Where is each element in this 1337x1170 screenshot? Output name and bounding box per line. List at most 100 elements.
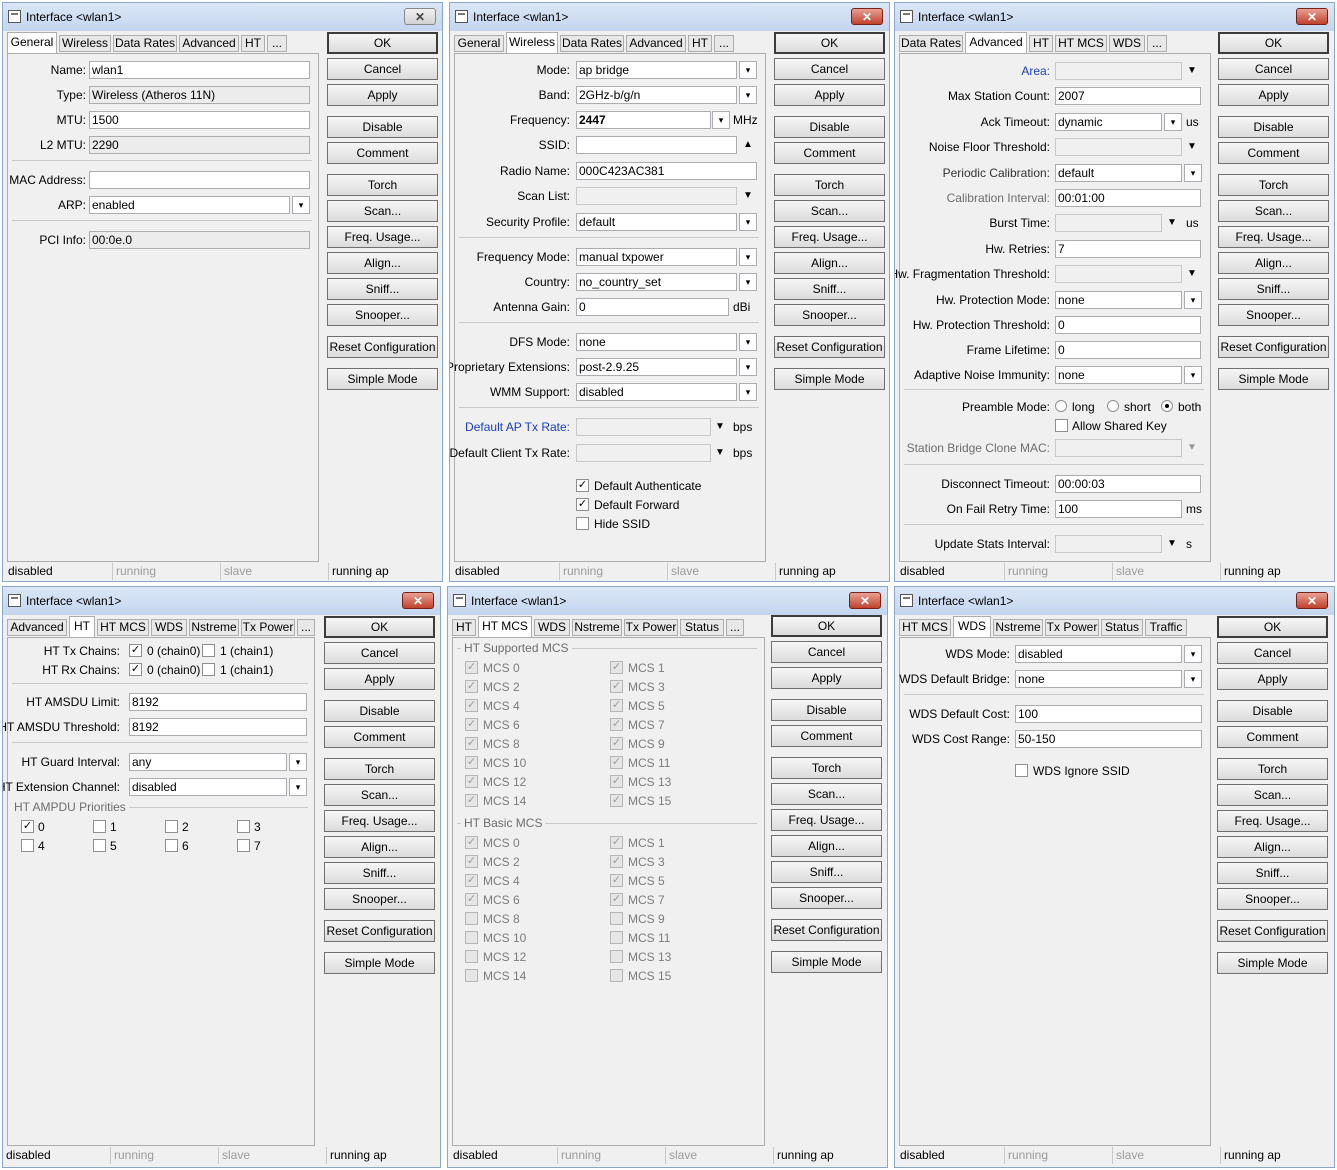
cancel-button[interactable]: Cancel	[324, 642, 435, 664]
cancel-button[interactable]: Cancel	[774, 58, 885, 80]
tab-status[interactable]: Status	[680, 619, 724, 636]
tab-wds[interactable]: WDS	[1109, 35, 1145, 52]
torch-button[interactable]: Torch	[1217, 758, 1328, 780]
station-bridge-clone-mac-dropdown-icon[interactable]: ▼	[1185, 439, 1199, 457]
ampdu-priority-2-checkbox[interactable]	[165, 820, 178, 833]
supported-mcs-4-checkbox[interactable]: ✓	[465, 699, 478, 712]
supported-mcs-12-checkbox[interactable]: ✓	[465, 775, 478, 788]
tab-data-rates[interactable]: Data Rates	[560, 35, 624, 52]
ampdu-priority-4-checkbox[interactable]	[21, 839, 34, 852]
comment-button[interactable]: Comment	[771, 725, 882, 747]
tx-chain0-checkbox[interactable]: ✓	[129, 644, 142, 657]
tab-wireless[interactable]: Wireless	[506, 32, 558, 53]
tab-general[interactable]: General	[454, 35, 504, 52]
tab-ht-mcs[interactable]: HT MCS	[97, 619, 149, 636]
simple-mode-button[interactable]: Simple Mode	[324, 952, 435, 974]
ht-guard-interval-select[interactable]: any	[129, 753, 287, 771]
tab-ht[interactable]: HT	[452, 619, 476, 636]
simple-mode-button[interactable]: Simple Mode	[771, 951, 882, 973]
name-field[interactable]: wlan1	[89, 61, 310, 79]
supported-mcs-7-checkbox[interactable]: ✓	[610, 718, 623, 731]
align-button[interactable]: Align...	[1217, 836, 1328, 858]
title-bar[interactable]: Interface <wlan1> ✕	[895, 3, 1334, 31]
area-field[interactable]	[1055, 62, 1182, 80]
apply-button[interactable]: Apply	[327, 84, 438, 106]
antenna-gain-field[interactable]: 0	[576, 298, 729, 316]
preamble-long-radio[interactable]	[1055, 400, 1067, 412]
basic-mcs-8-checkbox[interactable]	[465, 912, 478, 925]
torch-button[interactable]: Torch	[771, 757, 882, 779]
ampdu-priority-5-checkbox[interactable]	[93, 839, 106, 852]
title-bar[interactable]: Interface <wlan1> ✕	[448, 587, 887, 615]
tab-traffic[interactable]: Traffic	[1145, 619, 1187, 636]
tab-tx-power[interactable]: Tx Power	[624, 619, 678, 636]
wds-default-bridge-select[interactable]: none	[1015, 670, 1182, 688]
ok-button[interactable]: OK	[774, 32, 885, 54]
default-client-tx-rate-field[interactable]	[576, 444, 711, 462]
cancel-button[interactable]: Cancel	[1217, 642, 1328, 664]
apply-button[interactable]: Apply	[771, 667, 882, 689]
mode-dropdown-icon[interactable]: ▾	[739, 61, 757, 79]
frequency-select[interactable]: 2447	[576, 111, 711, 129]
supported-mcs-1-checkbox[interactable]: ✓	[610, 661, 623, 674]
cancel-button[interactable]: Cancel	[771, 641, 882, 663]
title-bar[interactable]: Interface <wlan1> ✕	[3, 587, 440, 615]
title-bar[interactable]: Interface <wlan1> ✕	[895, 587, 1334, 615]
band-select[interactable]: 2GHz-b/g/n	[576, 86, 737, 104]
max-station-count-field[interactable]: 2007	[1055, 87, 1201, 105]
ht-amsdu-limit-field[interactable]: 8192	[129, 693, 307, 711]
frame-lifetime-field[interactable]: 0	[1055, 341, 1201, 359]
torch-button[interactable]: Torch	[774, 174, 885, 196]
tab-ht[interactable]: HT	[69, 616, 95, 637]
security-profile-select[interactable]: default	[576, 213, 737, 231]
ssid-collapse-icon[interactable]: ▲	[741, 136, 755, 154]
torch-button[interactable]: Torch	[324, 758, 435, 780]
proprietary-extensions-select[interactable]: post-2.9.25	[576, 358, 737, 376]
basic-mcs-10-checkbox[interactable]	[465, 931, 478, 944]
country-dropdown-icon[interactable]: ▾	[739, 273, 757, 291]
sniff-button[interactable]: Sniff...	[1218, 278, 1329, 300]
ok-button[interactable]: OK	[324, 616, 435, 638]
ampdu-priority-1-checkbox[interactable]	[93, 820, 106, 833]
snooper-button[interactable]: Snooper...	[771, 887, 882, 909]
freq-usage-button[interactable]: Freq. Usage...	[324, 810, 435, 832]
ssid-field[interactable]	[576, 136, 737, 154]
scan-list-field[interactable]	[576, 187, 737, 205]
snooper-button[interactable]: Snooper...	[1218, 304, 1329, 326]
align-button[interactable]: Align...	[1218, 252, 1329, 274]
basic-mcs-5-checkbox[interactable]: ✓	[610, 874, 623, 887]
apply-button[interactable]: Apply	[774, 84, 885, 106]
dfs-mode-dropdown-icon[interactable]: ▾	[739, 333, 757, 351]
ok-button[interactable]: OK	[1218, 32, 1329, 54]
tab-ht-mcs[interactable]: HT MCS	[478, 616, 532, 637]
arp-dropdown-icon[interactable]: ▾	[292, 196, 310, 214]
supported-mcs-15-checkbox[interactable]: ✓	[610, 794, 623, 807]
mode-select[interactable]: ap bridge	[576, 61, 737, 79]
supported-mcs-14-checkbox[interactable]: ✓	[465, 794, 478, 807]
basic-mcs-12-checkbox[interactable]	[465, 950, 478, 963]
reset-configuration-button[interactable]: Reset Configuration	[1218, 336, 1329, 358]
tab-more[interactable]: ...	[267, 35, 287, 52]
sniff-button[interactable]: Sniff...	[324, 862, 435, 884]
hw-protection-mode-select[interactable]: none	[1055, 291, 1182, 309]
disable-button[interactable]: Disable	[771, 699, 882, 721]
frequency-dropdown-icon[interactable]: ▾	[712, 111, 730, 129]
ampdu-priority-0-checkbox[interactable]: ✓	[21, 820, 34, 833]
snooper-button[interactable]: Snooper...	[1217, 888, 1328, 910]
tab-ht[interactable]: HT	[688, 35, 712, 52]
sniff-button[interactable]: Sniff...	[327, 278, 438, 300]
wds-mode-dropdown-icon[interactable]: ▾	[1184, 645, 1202, 663]
supported-mcs-10-checkbox[interactable]: ✓	[465, 756, 478, 769]
apply-button[interactable]: Apply	[324, 668, 435, 690]
basic-mcs-7-checkbox[interactable]: ✓	[610, 893, 623, 906]
comment-button[interactable]: Comment	[1217, 726, 1328, 748]
basic-mcs-9-checkbox[interactable]	[610, 912, 623, 925]
cancel-button[interactable]: Cancel	[327, 58, 438, 80]
tab-tx-power[interactable]: Tx Power	[1045, 619, 1099, 636]
freq-usage-button[interactable]: Freq. Usage...	[774, 226, 885, 248]
frequency-mode-select[interactable]: manual txpower	[576, 248, 737, 266]
supported-mcs-8-checkbox[interactable]: ✓	[465, 737, 478, 750]
tab-data-rates[interactable]: Data Rates	[899, 35, 963, 52]
noise-floor-threshold-dropdown-icon[interactable]: ▼	[1185, 138, 1199, 156]
station-bridge-clone-mac-field[interactable]	[1055, 439, 1182, 457]
